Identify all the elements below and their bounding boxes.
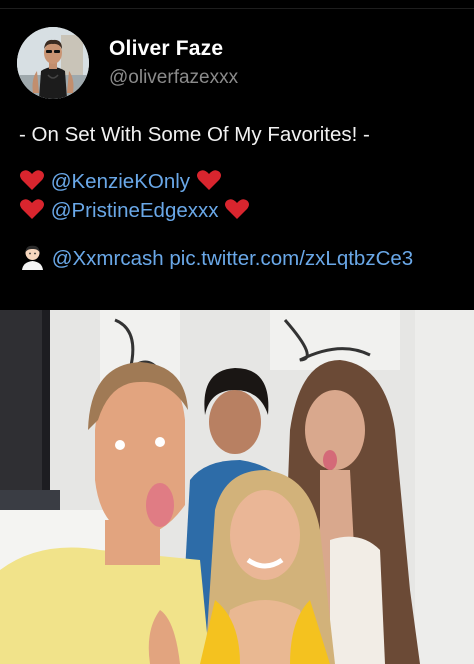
red-heart-icon xyxy=(196,169,222,191)
group-selfie-photo xyxy=(0,310,474,664)
person-emoji-icon xyxy=(19,243,46,270)
red-heart-icon xyxy=(19,198,45,220)
tweet-line-4: @Xxmrcash pic.twitter.com/zxLqtbzCe3 xyxy=(19,243,469,272)
tweet-line-3: @PristineEdgexxx xyxy=(19,196,469,225)
author-handle[interactable]: @oliverfazexxx xyxy=(109,67,238,89)
red-heart-icon xyxy=(19,169,45,191)
red-heart-icon xyxy=(224,198,250,220)
mention-link[interactable]: @KenzieKOnly xyxy=(51,170,190,193)
tweet-line-2: @KenzieKOnly xyxy=(19,167,469,196)
tweet-text: - On Set With Some Of My Favorites! - @K… xyxy=(19,120,469,272)
tweet-photo[interactable] xyxy=(0,310,474,664)
media-link[interactable]: pic.twitter.com/zxLqtbzCe3 xyxy=(169,247,413,270)
mention-link[interactable]: @Xxmrcash xyxy=(52,247,164,270)
tweet-line-1: - On Set With Some Of My Favorites! - xyxy=(19,123,370,146)
tweet-card: Oliver Faze @oliverfazexxx - On Set With… xyxy=(0,0,474,310)
mention-link[interactable]: @PristineEdgexxx xyxy=(51,199,219,222)
avatar[interactable] xyxy=(17,27,89,99)
author-name[interactable]: Oliver Faze xyxy=(109,37,223,61)
avatar-photo-icon xyxy=(17,27,89,99)
divider xyxy=(0,8,474,9)
